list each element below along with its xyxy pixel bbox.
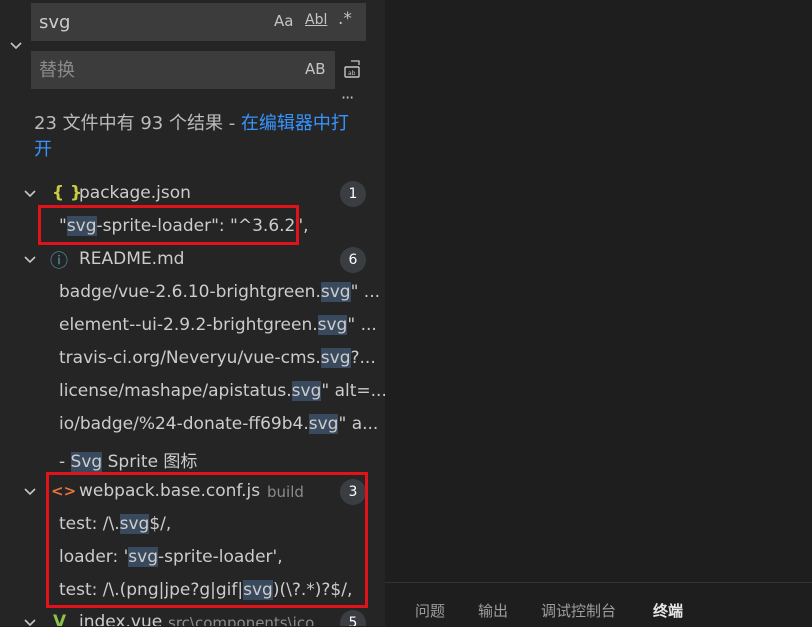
results-summary: 23 文件中有 93 个结果 - 在编辑器中打开 (34, 111, 364, 163)
info-file-icon: ⓘ (50, 251, 68, 272)
match-text: io/badge/%24-donate-ff69b4.svg" a... (59, 414, 379, 434)
search-sidebar: Aa Abl .* AB ab ··· 23 文件中有 93 个结果 - 在编辑… (0, 0, 385, 626)
match-case-icon[interactable]: Aa (274, 12, 293, 30)
match-row[interactable]: license/mashape/apistatus.svg" alt=... (0, 375, 385, 408)
chevron-down-icon[interactable] (22, 252, 38, 268)
match-row[interactable]: badge/vue-2.6.10-brightgreen.svg" ... (0, 276, 385, 309)
tab-debug-console[interactable]: 调试控制台 (541, 600, 616, 621)
match-text: - Svg Sprite 图标 (59, 452, 198, 472)
match-row[interactable]: element--ui-2.9.2-brightgreen.svg" ... (0, 309, 385, 342)
replace-input[interactable] (39, 51, 259, 89)
annotation-box-webpack-base-conf (46, 472, 368, 608)
match-row[interactable]: travis-ci.org/Neveryu/vue-cms.svg?... (0, 342, 385, 375)
file-path: src\components\ico (168, 614, 315, 626)
search-box: Aa Abl .* (31, 3, 366, 41)
vue-file-icon: V (53, 612, 67, 626)
match-text: license/mashape/apistatus.svg" alt=... (59, 381, 385, 401)
match-row[interactable]: - Svg Sprite 图标 (0, 441, 385, 474)
match-text: travis-ci.org/Neveryu/vue-cms.svg?... (59, 348, 376, 368)
svg-text:ab: ab (348, 70, 356, 77)
match-whole-word-icon[interactable]: Abl (305, 12, 327, 28)
preserve-case-icon[interactable]: AB (305, 60, 326, 78)
tab-problems[interactable]: 问题 (415, 600, 445, 621)
replace-box: AB (31, 51, 335, 89)
more-actions-icon[interactable]: ··· (341, 88, 354, 107)
editor-area (385, 0, 812, 626)
replace-all-icon[interactable]: ab (342, 58, 364, 80)
match-text: badge/vue-2.6.10-brightgreen.svg" ... (59, 282, 381, 302)
file-row-readme[interactable]: ⓘ README.md 6 (0, 243, 385, 276)
file-name: package.json (79, 183, 191, 203)
results-summary-text: 23 文件中有 93 个结果 - (34, 113, 241, 134)
match-count-badge: 5 (340, 610, 366, 626)
tab-output[interactable]: 输出 (478, 600, 508, 621)
chevron-down-icon[interactable] (22, 484, 38, 500)
use-regex-icon[interactable]: .* (338, 9, 352, 29)
match-text: element--ui-2.9.2-brightgreen.svg" ... (59, 315, 377, 335)
chevron-down-icon[interactable] (22, 186, 38, 202)
toggle-replace-chevron-icon[interactable] (8, 38, 24, 54)
file-name: index.vue (79, 612, 163, 626)
file-row-index-vue[interactable]: V index.vue src\components\ico 5 (0, 606, 385, 626)
chevron-down-icon[interactable] (22, 615, 38, 626)
json-file-icon: { } (52, 183, 83, 203)
search-input[interactable] (39, 3, 259, 41)
match-count-badge: 6 (340, 247, 366, 273)
file-name: README.md (79, 249, 185, 269)
tab-terminal[interactable]: 终端 (653, 600, 683, 621)
panel-tab-bar: 问题 输出 调试控制台 终端 (385, 582, 812, 627)
match-row[interactable]: io/badge/%24-donate-ff69b4.svg" a... (0, 408, 385, 441)
annotation-box-package-json (38, 205, 299, 245)
match-count-badge: 1 (340, 181, 366, 207)
